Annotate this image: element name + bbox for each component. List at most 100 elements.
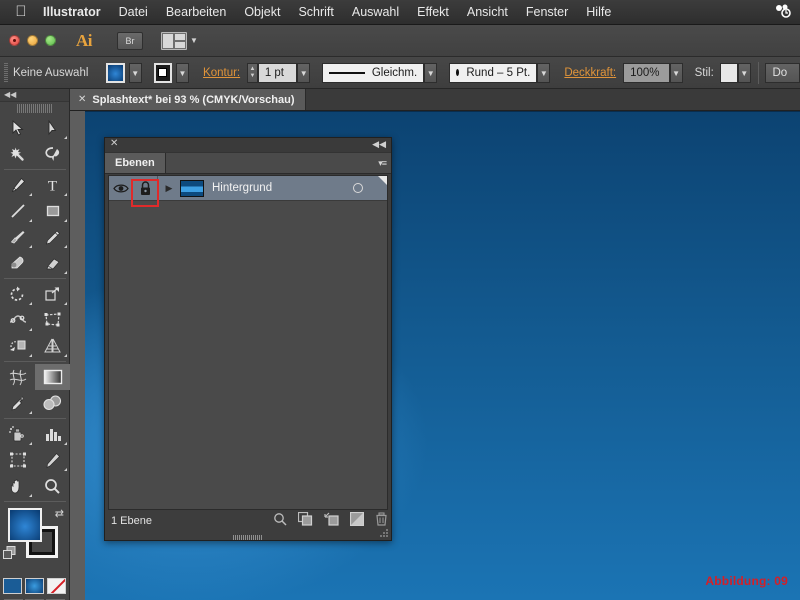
layer-target-indicator[interactable] xyxy=(353,183,363,193)
panel-menu-icon[interactable]: ▾≡ xyxy=(378,158,387,169)
brush-chevron-down-icon[interactable]: ▼ xyxy=(537,62,551,83)
layer-lock-toggle[interactable] xyxy=(131,178,159,207)
tools-panel-header: ◀◀ xyxy=(0,89,69,102)
zoom-tool[interactable] xyxy=(35,473,70,499)
eyedropper-tool[interactable] xyxy=(0,390,35,416)
artboard-tool[interactable] xyxy=(0,447,35,473)
fill-color-swatch[interactable] xyxy=(106,62,125,83)
slice-tool[interactable] xyxy=(35,447,70,473)
layer-name[interactable]: Hintergrund xyxy=(212,182,353,194)
shape-builder-tool[interactable] xyxy=(0,333,35,359)
minimize-window-button[interactable] xyxy=(27,35,38,46)
apple-logo-icon[interactable]:  xyxy=(8,4,34,19)
color-mode-button[interactable] xyxy=(3,578,22,594)
layers-panel-footer: 1 Ebene xyxy=(108,511,388,531)
layer-expand-triangle-icon[interactable]: ▶ xyxy=(158,183,180,194)
arrange-chevron-down-icon[interactable]: ▼ xyxy=(190,36,198,45)
kontur-weight-input[interactable]: 1 pt xyxy=(257,62,298,83)
tab-ebenen[interactable]: Ebenen xyxy=(105,153,166,173)
kontur-chevron-down-icon[interactable]: ▼ xyxy=(297,62,311,83)
close-icon[interactable]: ✕ xyxy=(78,94,86,105)
menu-hilfe[interactable]: Hilfe xyxy=(577,0,620,25)
table-row[interactable]: ▶ Hintergrund xyxy=(109,175,387,207)
mesh-tool[interactable] xyxy=(0,364,35,390)
layer-visibility-toggle[interactable] xyxy=(109,183,133,194)
zoom-window-button[interactable] xyxy=(45,35,56,46)
width-tool[interactable] xyxy=(0,307,35,333)
tool-flyout-corner-icon xyxy=(64,271,67,274)
menu-auswahl[interactable]: Auswahl xyxy=(343,0,408,25)
stroke-profile-chevron-down-icon[interactable]: ▼ xyxy=(424,62,438,83)
menu-ansicht[interactable]: Ansicht xyxy=(458,0,517,25)
create-new-sublayer-icon[interactable] xyxy=(324,512,339,531)
menu-extra-icon[interactable] xyxy=(772,3,794,21)
eraser-tool[interactable] xyxy=(35,250,70,276)
stroke-profile-select[interactable]: Gleichm. xyxy=(322,62,425,83)
blob-brush-tool[interactable] xyxy=(0,250,35,276)
menu-fenster[interactable]: Fenster xyxy=(517,0,577,25)
rotate-tool[interactable] xyxy=(0,281,35,307)
none-mode-button[interactable] xyxy=(47,578,66,594)
panel-resize-grip[interactable] xyxy=(379,528,389,538)
tools-collapse-icon[interactable]: ◀◀ xyxy=(4,90,16,99)
fill-stroke-controls: ⇄ xyxy=(0,504,70,576)
document-setup-button[interactable]: Do xyxy=(765,62,800,83)
perspective-grid-tool[interactable] xyxy=(35,333,70,359)
make-clipping-mask-icon[interactable] xyxy=(297,511,313,531)
tool-flyout-corner-icon xyxy=(29,193,32,196)
close-icon[interactable]: ✕ xyxy=(110,138,118,149)
fill-color-box[interactable] xyxy=(8,508,42,542)
control-bar-grip[interactable] xyxy=(4,62,8,83)
menu-datei[interactable]: Datei xyxy=(110,0,157,25)
default-fill-stroke-icon[interactable] xyxy=(3,546,17,565)
graphic-style-swatch[interactable] xyxy=(719,62,738,83)
paintbrush-tool[interactable] xyxy=(0,224,35,250)
pen-tool[interactable] xyxy=(0,172,35,198)
gradient-tool[interactable] xyxy=(35,364,70,390)
hand-tool[interactable] xyxy=(0,473,35,499)
pencil-tool[interactable] xyxy=(35,224,70,250)
menu-effekt[interactable]: Effekt xyxy=(408,0,458,25)
menu-bearbeiten[interactable]: Bearbeiten xyxy=(157,0,235,25)
tools-panel-grip[interactable] xyxy=(16,104,53,113)
stroke-profile-preview-icon xyxy=(329,71,365,74)
locate-object-icon[interactable] xyxy=(273,512,287,531)
kontur-stepper[interactable]: ▲ ▼ xyxy=(247,62,258,83)
tool-divider xyxy=(3,501,66,502)
line-segment-tool[interactable] xyxy=(0,198,35,224)
layers-footer-icons xyxy=(273,511,388,531)
close-window-button[interactable] xyxy=(9,35,20,46)
free-transform-tool[interactable] xyxy=(35,307,70,333)
menu-schrift[interactable]: Schrift xyxy=(289,0,342,25)
stil-chevron-down-icon[interactable]: ▼ xyxy=(737,62,751,83)
menu-objekt[interactable]: Objekt xyxy=(235,0,289,25)
selection-tool[interactable] xyxy=(0,115,35,141)
arrange-documents-icon[interactable] xyxy=(161,31,187,50)
stroke-swatch-chevron-down-icon[interactable]: ▼ xyxy=(175,62,190,83)
menu-illustrator[interactable]: Illustrator xyxy=(34,0,110,25)
column-graph-tool[interactable] xyxy=(35,421,70,447)
collapse-to-icons-icon[interactable]: ◀◀ xyxy=(372,139,386,150)
brush-definition-select[interactable]: Rund – 5 Pt. xyxy=(449,62,538,83)
stroke-color-swatch[interactable] xyxy=(153,62,172,83)
direct-selection-tool[interactable] xyxy=(35,115,70,141)
blend-tool[interactable] xyxy=(35,390,70,416)
rectangle-tool[interactable] xyxy=(35,198,70,224)
create-new-layer-icon[interactable] xyxy=(349,511,365,531)
panel-bottom-grip[interactable] xyxy=(233,535,263,540)
symbol-sprayer-tool[interactable] xyxy=(0,421,35,447)
illustrator-logo: Ai xyxy=(76,30,93,50)
type-tool[interactable]: T xyxy=(35,172,70,198)
color-mode-buttons xyxy=(0,576,69,594)
document-tab[interactable]: ✕ Splashtext* bei 93 % (CMYK/Vorschau) xyxy=(70,89,306,110)
swap-fill-stroke-icon[interactable]: ⇄ xyxy=(55,507,64,520)
scale-tool[interactable] xyxy=(35,281,70,307)
lasso-tool[interactable] xyxy=(35,141,70,167)
gradient-mode-button[interactable] xyxy=(25,578,44,594)
opacity-chevron-down-icon[interactable]: ▼ xyxy=(669,62,683,83)
magic-wand-tool[interactable] xyxy=(0,141,35,167)
opacity-input[interactable]: 100% xyxy=(623,62,670,83)
tool-divider xyxy=(4,169,66,170)
fill-swatch-chevron-down-icon[interactable]: ▼ xyxy=(128,62,142,83)
bridge-button[interactable]: Br xyxy=(117,31,143,50)
